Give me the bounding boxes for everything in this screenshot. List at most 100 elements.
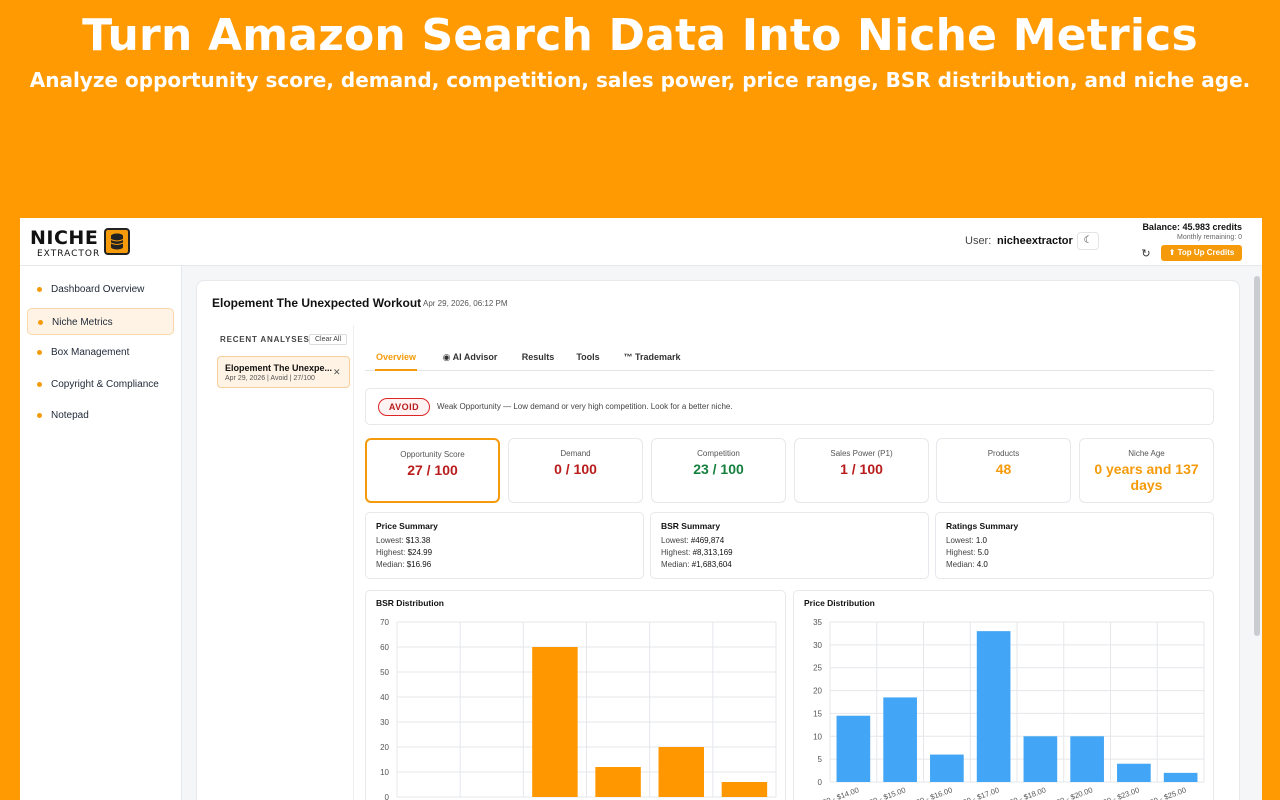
- ratings-summary: Ratings Summary Lowest: 1.0 Highest: 5.0…: [935, 512, 1214, 579]
- y-tick-label: 15: [813, 709, 822, 718]
- metric-value: 27 / 100: [407, 462, 458, 478]
- summary-key: Highest:: [946, 548, 976, 557]
- summary-key: Lowest:: [946, 536, 974, 545]
- metric-label: Demand: [560, 449, 591, 458]
- bullet-icon: [37, 350, 42, 355]
- scrollbar[interactable]: [1254, 266, 1260, 800]
- metric-value: 48: [995, 461, 1012, 477]
- x-tick-label: $17.00 - $18.00: [995, 785, 1047, 800]
- x-tick-label: $14.00 - $15.00: [854, 785, 906, 800]
- x-tick-label: $16.00 - $17.00: [948, 785, 1000, 800]
- bar: [1117, 763, 1151, 782]
- tab-trademark[interactable]: ™ Trademark: [621, 352, 683, 371]
- y-tick-label: 40: [380, 693, 389, 702]
- metric-competition[interactable]: Competition 23 / 100: [651, 438, 786, 503]
- top-up-credits-button[interactable]: ⬆ Top Up Credits: [1161, 245, 1242, 261]
- y-tick-label: 0: [385, 793, 390, 800]
- metric-value: 0 years and 137 days: [1094, 461, 1199, 493]
- logo[interactable]: NICHE EXTRACTOR: [30, 227, 134, 259]
- sidebar-item-label: Dashboard Overview: [51, 284, 145, 295]
- summary-median: Median: $16.96: [376, 560, 431, 569]
- recent-item-meta: Apr 29, 2026 | Avoid | 27/100: [225, 375, 315, 382]
- tab-results[interactable]: Results: [520, 352, 556, 371]
- recent-item-name: Elopement The Unexpe...: [225, 363, 333, 373]
- summary-value: $16.96: [406, 560, 432, 569]
- y-tick-label: 10: [813, 732, 822, 741]
- summary-value: $24.99: [407, 548, 433, 557]
- sidebar-item-notepad[interactable]: Notepad: [27, 402, 174, 429]
- metric-label: Sales Power (P1): [830, 449, 893, 458]
- summary-title: Price Summary: [376, 521, 438, 531]
- trademark-icon: ™: [623, 352, 633, 362]
- top-up-label: Top Up Credits: [1177, 248, 1235, 257]
- metric-label: Products: [987, 449, 1020, 458]
- bar: [1163, 772, 1198, 782]
- metric-niche-age[interactable]: Niche Age 0 years and 137 days: [1079, 438, 1214, 503]
- summary-key: Highest:: [376, 548, 406, 557]
- recent-analyses: RECENT ANALYSES Clear All Elopement The …: [212, 325, 354, 800]
- recent-analysis-item[interactable]: Elopement The Unexpe... Apr 29, 2026 | A…: [217, 356, 350, 388]
- eye-icon: ◉: [442, 352, 451, 362]
- y-tick-label: 5: [818, 755, 823, 764]
- y-tick-label: 20: [813, 687, 822, 696]
- bullet-icon: [37, 382, 42, 387]
- price-chart-svg: 0 5 10 15 20 25 30 35 $13.00 - $14.00$14.00 - $1…: [808, 618, 1205, 800]
- metric-label: Opportunity Score: [400, 450, 465, 459]
- metric-demand[interactable]: Demand 0 / 100: [508, 438, 643, 503]
- x-tick-label: $19.00 - $20.00: [1041, 785, 1093, 800]
- verdict-banner: AVOID Weak Opportunity — Low demand or v…: [365, 388, 1214, 425]
- moon-icon[interactable]: ☾: [1077, 232, 1099, 250]
- summary-value: 1.0: [975, 536, 987, 545]
- bullet-icon: [37, 413, 42, 418]
- logo-sub-text: EXTRACTOR: [37, 249, 101, 259]
- analysis-date: Apr 29, 2026, 06:12 PM: [423, 299, 508, 308]
- scrollbar-thumb[interactable]: [1254, 276, 1260, 636]
- metric-products[interactable]: Products 48: [936, 438, 1071, 503]
- x-tick-label: $13.00 - $14.00: [808, 785, 860, 800]
- tab-tools[interactable]: Tools: [575, 352, 601, 371]
- summary-highest: Highest: 5.0: [946, 548, 989, 557]
- database-icon: [104, 228, 130, 255]
- tab-label: Trademark: [634, 352, 681, 362]
- summary-highest: Highest: #8,313,169: [661, 548, 733, 557]
- tab-ai-advisor[interactable]: ◉ AI Advisor: [439, 352, 501, 371]
- bar: [658, 747, 704, 797]
- clear-all-button[interactable]: Clear All: [309, 334, 347, 345]
- hero-subtitle: Analyze opportunity score, demand, compe…: [29, 68, 1251, 92]
- sidebar-item-niche-metrics[interactable]: Niche Metrics: [27, 308, 174, 335]
- price-distribution-chart: Price Distribution 0 5 10 15 20 25 30 35 $13.00 …: [793, 590, 1214, 800]
- y-tick-label: 60: [380, 643, 389, 652]
- bar: [532, 647, 578, 797]
- summary-value: #469,874: [690, 536, 725, 545]
- sidebar-item-box-management[interactable]: Box Management: [27, 339, 174, 366]
- user-name: nicheextractor: [997, 235, 1073, 247]
- summary-title: Ratings Summary: [946, 521, 1019, 531]
- refresh-icon[interactable]: ↻: [1137, 246, 1155, 262]
- logo-main-text: NICHE: [30, 227, 99, 249]
- metric-value: 23 / 100: [693, 461, 744, 477]
- metric-sales-power[interactable]: Sales Power (P1) 1 / 100: [794, 438, 929, 503]
- summary-lowest: Lowest: 1.0: [946, 536, 987, 545]
- summary-median: Median: 4.0: [946, 560, 988, 569]
- bsr-summary: BSR Summary Lowest: #469,874 Highest: #8…: [650, 512, 929, 579]
- app-window: NICHE EXTRACTOR User: nicheextractor ☾ B…: [20, 218, 1262, 800]
- close-icon[interactable]: ✕: [333, 367, 341, 378]
- summary-key: Highest:: [661, 548, 691, 557]
- metric-opportunity-score[interactable]: Opportunity Score 27 / 100: [365, 438, 500, 503]
- monthly-remaining: Monthly remaining: 0: [1177, 234, 1242, 241]
- x-tick-label: $24.00 - $25.00: [1135, 785, 1187, 800]
- bar: [976, 631, 1011, 782]
- sidebar-item-dashboard[interactable]: Dashboard Overview: [27, 276, 174, 303]
- bsr-distribution-chart: BSR Distribution 0102030405060701-100K10…: [365, 590, 786, 800]
- y-tick-label: 30: [380, 718, 389, 727]
- sidebar-item-copyright[interactable]: Copyright & Compliance: [27, 371, 174, 398]
- user-label: User:: [965, 235, 992, 247]
- summary-lowest: Lowest: $13.38: [376, 536, 430, 545]
- y-tick-label: 20: [380, 743, 389, 752]
- bar: [930, 754, 964, 782]
- recent-analyses-label: RECENT ANALYSES: [220, 335, 310, 344]
- summary-value: 4.0: [976, 560, 988, 569]
- metric-value: 1 / 100: [840, 461, 883, 477]
- bar: [595, 767, 641, 797]
- tab-overview[interactable]: Overview: [375, 352, 417, 371]
